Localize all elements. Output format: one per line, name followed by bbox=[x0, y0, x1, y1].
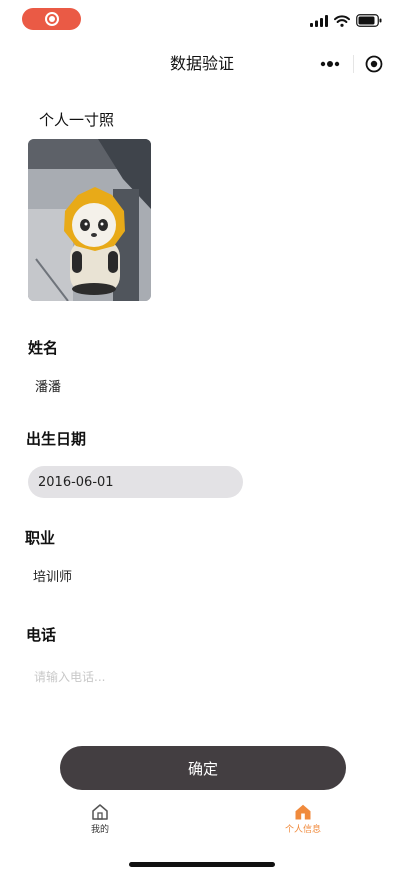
home-indicator[interactable] bbox=[129, 862, 275, 867]
signal-icon bbox=[310, 14, 328, 27]
id-photo[interactable] bbox=[28, 139, 151, 301]
occupation-value: 培训师 bbox=[33, 570, 73, 585]
tab-my[interactable]: 我的 bbox=[60, 803, 140, 836]
battery-icon bbox=[356, 14, 382, 27]
phone-label: 电话 bbox=[26, 626, 57, 644]
close-circle-icon bbox=[365, 55, 383, 73]
close-button[interactable] bbox=[364, 54, 384, 74]
more-icon bbox=[320, 61, 340, 67]
birth-date-picker[interactable]: 2016-06-01 bbox=[28, 466, 243, 498]
occupation-label: 职业 bbox=[25, 529, 56, 547]
home-outline-icon bbox=[92, 804, 108, 820]
name-label: 姓名 bbox=[28, 339, 59, 357]
id-photo-image bbox=[28, 139, 151, 301]
tab-personal-info[interactable]: 个人信息 bbox=[263, 803, 343, 836]
mini-program-capsule bbox=[315, 52, 384, 76]
birth-date-value: 2016-06-01 bbox=[38, 474, 114, 490]
tab-my-label: 我的 bbox=[90, 825, 109, 835]
tab-personal-info-label: 个人信息 bbox=[284, 825, 321, 835]
screen-record-indicator[interactable] bbox=[22, 8, 81, 30]
name-value: 潘潘 bbox=[35, 380, 62, 395]
phone-input[interactable] bbox=[34, 667, 334, 687]
home-filled-icon bbox=[295, 804, 311, 820]
status-icons bbox=[310, 14, 382, 27]
birth-date-label: 出生日期 bbox=[26, 430, 87, 448]
photo-label: 个人一寸照 bbox=[39, 111, 115, 129]
record-icon bbox=[44, 12, 59, 26]
wifi-icon bbox=[334, 14, 350, 27]
confirm-button[interactable]: 确定 bbox=[60, 746, 346, 790]
capsule-divider bbox=[353, 55, 354, 73]
more-button[interactable] bbox=[315, 52, 345, 76]
